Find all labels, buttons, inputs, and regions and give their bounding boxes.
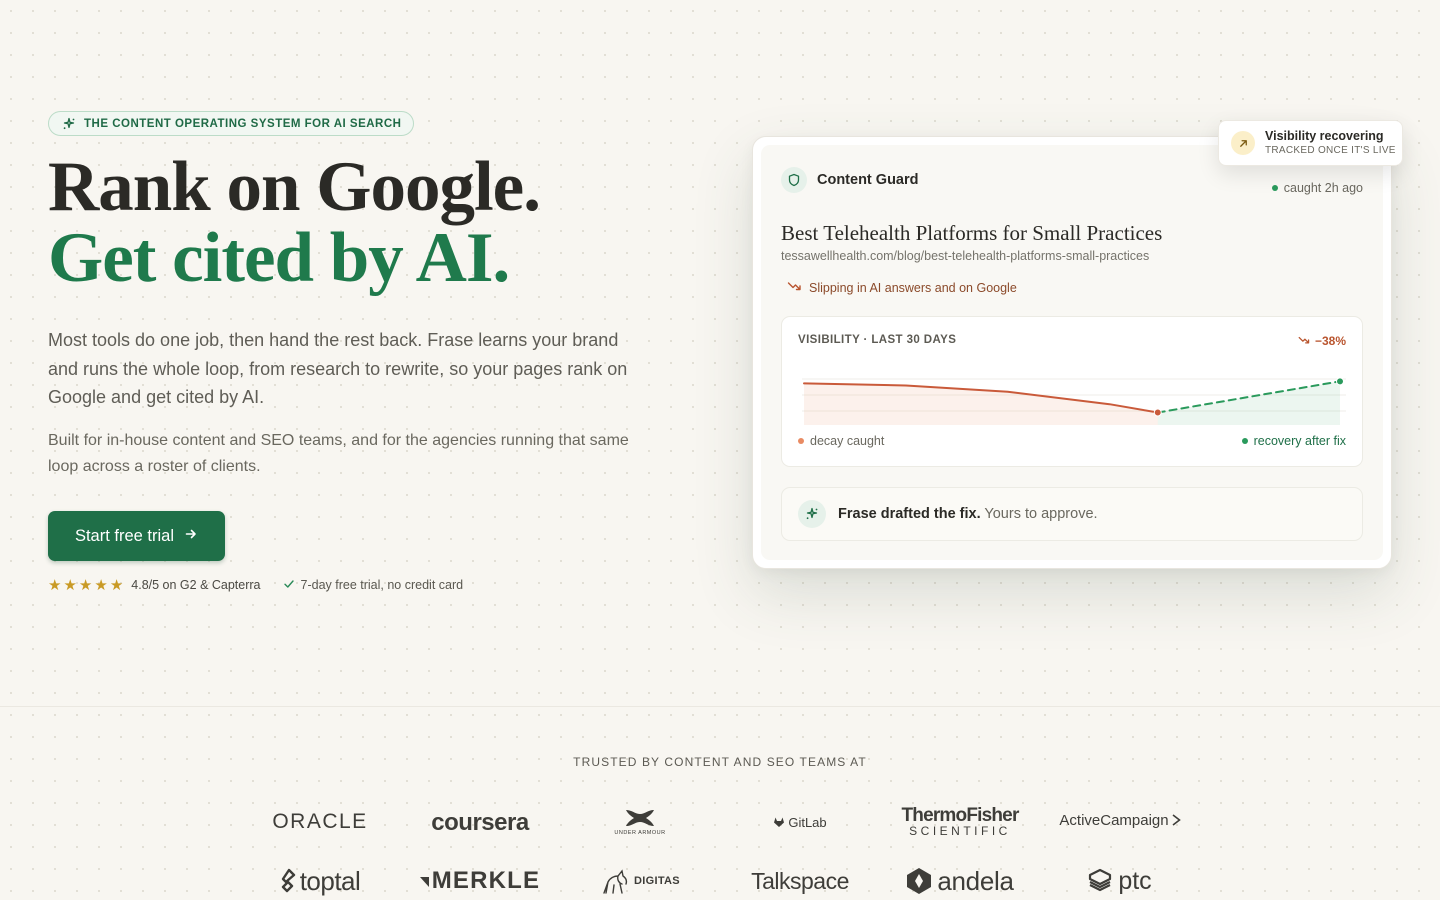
toptal-logo: toptal xyxy=(240,864,400,898)
visibility-label: VISIBILITY · LAST 30 DAYS xyxy=(798,334,957,346)
hero-title-line1: Rank on Google. xyxy=(48,148,541,226)
decay-point xyxy=(1153,408,1162,417)
hero-title-line2: Get cited by AI. xyxy=(48,219,510,297)
start-free-trial-button[interactable]: Start free trial xyxy=(48,511,225,561)
thermo-fisher-logo: ThermoFisher SCIENTIFIC xyxy=(880,805,1040,839)
ptc-mark xyxy=(1089,868,1112,892)
ptc-wordmark: ptc xyxy=(1118,866,1152,895)
activecampaign-wordmark: ActiveCampaign xyxy=(1059,811,1169,829)
thermo-fisher-wordmark: ThermoFisher xyxy=(901,805,1019,826)
legend-dot xyxy=(798,438,804,444)
caught-text: caught 2h ago xyxy=(1283,181,1363,195)
check-icon xyxy=(283,578,295,593)
toptal-mark xyxy=(281,868,295,893)
social-proof: ★ ★ ★ ★ ★ 4.8/5 on G2 & Capterra 7-day f… xyxy=(48,576,463,594)
eyebrow-badge: THE CONTENT OPERATING SYSTEM FOR AI SEAR… xyxy=(48,111,415,136)
thermo-fisher-scientific-text: SCIENTIFIC xyxy=(909,824,1011,838)
eyebrow-text: THE CONTENT OPERATING SYSTEM FOR AI SEAR… xyxy=(84,117,402,130)
star-icon: ★ xyxy=(109,576,124,594)
section-divider xyxy=(0,706,1440,707)
rating-stars: ★ ★ ★ ★ ★ xyxy=(48,578,123,593)
fix-subtitle: Yours to approve. xyxy=(984,506,1098,522)
oracle-logo: ORACLE xyxy=(240,805,400,839)
gitlab-logo: GitLab xyxy=(720,805,880,839)
legend-recovery: recovery after fix xyxy=(1241,434,1346,448)
andela-mark xyxy=(907,868,932,894)
visibility-delta: −38% xyxy=(1298,334,1346,348)
digitas-logo: DIGITAS xyxy=(560,864,720,898)
fix-banner[interactable]: Frase drafted the fix. Yours to approve. xyxy=(781,487,1363,541)
legend-decay: decay caught xyxy=(798,434,884,448)
toast-title: Visibility recovering xyxy=(1265,128,1384,143)
digitas-mark xyxy=(603,869,628,894)
series-area-recovery xyxy=(1157,381,1340,425)
visibility-delta-value: −38% xyxy=(1314,334,1346,348)
under-armour-wordmark: UNDER ARMOUR xyxy=(614,830,666,836)
hero-lead: Most tools do one job, then hand the res… xyxy=(48,330,628,407)
visibility-chart: VISIBILITY · LAST 30 DAYS −38% decay cau… xyxy=(781,316,1363,467)
under-armour-mark xyxy=(626,810,654,826)
slipping-status: Slipping in AI answers and on Google xyxy=(787,280,1017,295)
card-header: Content Guard xyxy=(781,167,919,193)
digitas-wordmark: DIGITAS xyxy=(634,875,680,887)
star-icon: ★ xyxy=(78,576,93,594)
trial-note: 7-day free trial, no credit card xyxy=(283,578,464,593)
slipping-text: Slipping in AI answers and on Google xyxy=(809,280,1017,295)
activecampaign-logo: ActiveCampaign xyxy=(1040,803,1200,837)
legend-recovery-text: recovery after fix xyxy=(1253,434,1346,448)
content-guard-card: Content Guard caught 2h ago Best Telehea… xyxy=(752,136,1392,569)
legend-decay-text: decay caught xyxy=(810,434,885,448)
visibility-toast: Visibility recovering TRACKED ONCE IT'S … xyxy=(1218,120,1403,166)
rating-text: 4.8/5 on G2 & Capterra xyxy=(131,578,261,592)
article-url[interactable]: tessawellhealth.com/blog/best-telehealth… xyxy=(781,249,1149,263)
talkspace-logo: Talkspace xyxy=(720,864,880,898)
content-guard-panel: Content Guard caught 2h ago Best Telehea… xyxy=(761,145,1383,560)
star-icon: ★ xyxy=(94,576,108,594)
ptc-logo: ptc xyxy=(1040,864,1200,898)
hero-title: Rank on Google. Get cited by AI. xyxy=(48,148,541,297)
under-armour-logo: UNDER ARMOUR xyxy=(560,805,720,839)
andela-logo: andela xyxy=(880,864,1040,898)
coursera-wordmark: coursera xyxy=(431,809,529,836)
merkle-logo: MERKLE xyxy=(400,864,560,898)
gitlab-mark xyxy=(774,817,785,827)
recovery-point xyxy=(1336,377,1344,386)
shield-icon xyxy=(781,167,807,193)
fix-title: Frase drafted the fix. xyxy=(838,506,981,522)
arrow-up-right-icon xyxy=(1231,131,1255,155)
arrow-right-icon xyxy=(184,527,198,546)
trial-text: 7-day free trial, no credit card xyxy=(300,578,464,592)
andela-wordmark: andela xyxy=(937,865,1014,896)
merkle-wordmark: MERKLE xyxy=(431,867,541,894)
status-dot xyxy=(1271,185,1278,191)
sparkle-icon xyxy=(798,500,826,528)
caught-status: caught 2h ago xyxy=(1271,181,1363,195)
trend-down-icon xyxy=(787,280,803,295)
talkspace-wordmark: Talkspace xyxy=(751,867,849,894)
toptal-wordmark: toptal xyxy=(299,865,361,896)
trusted-label: TRUSTED BY CONTENT AND SEO TEAMS AT xyxy=(573,755,867,769)
activecampaign-chevron-icon xyxy=(1172,814,1181,826)
gitlab-wordmark: GitLab xyxy=(788,814,827,830)
coursera-logo: coursera xyxy=(400,806,560,840)
merkle-mark xyxy=(419,877,429,887)
card-title: Content Guard xyxy=(817,172,919,188)
toast-subtitle: TRACKED ONCE IT'S LIVE xyxy=(1265,144,1396,156)
sparkle-icon xyxy=(62,117,76,131)
cta-label: Start free trial xyxy=(74,526,175,545)
visibility-line-chart xyxy=(802,377,1346,425)
star-icon: ★ xyxy=(48,576,62,594)
legend-dot xyxy=(1241,438,1248,444)
article-title[interactable]: Best Telehealth Platforms for Small Prac… xyxy=(781,221,1162,246)
oracle-wordmark: ORACLE xyxy=(272,810,368,833)
hero-subtext: Built for in-house content and SEO teams… xyxy=(48,432,629,475)
star-icon: ★ xyxy=(63,576,77,594)
trend-down-icon xyxy=(1298,334,1311,348)
